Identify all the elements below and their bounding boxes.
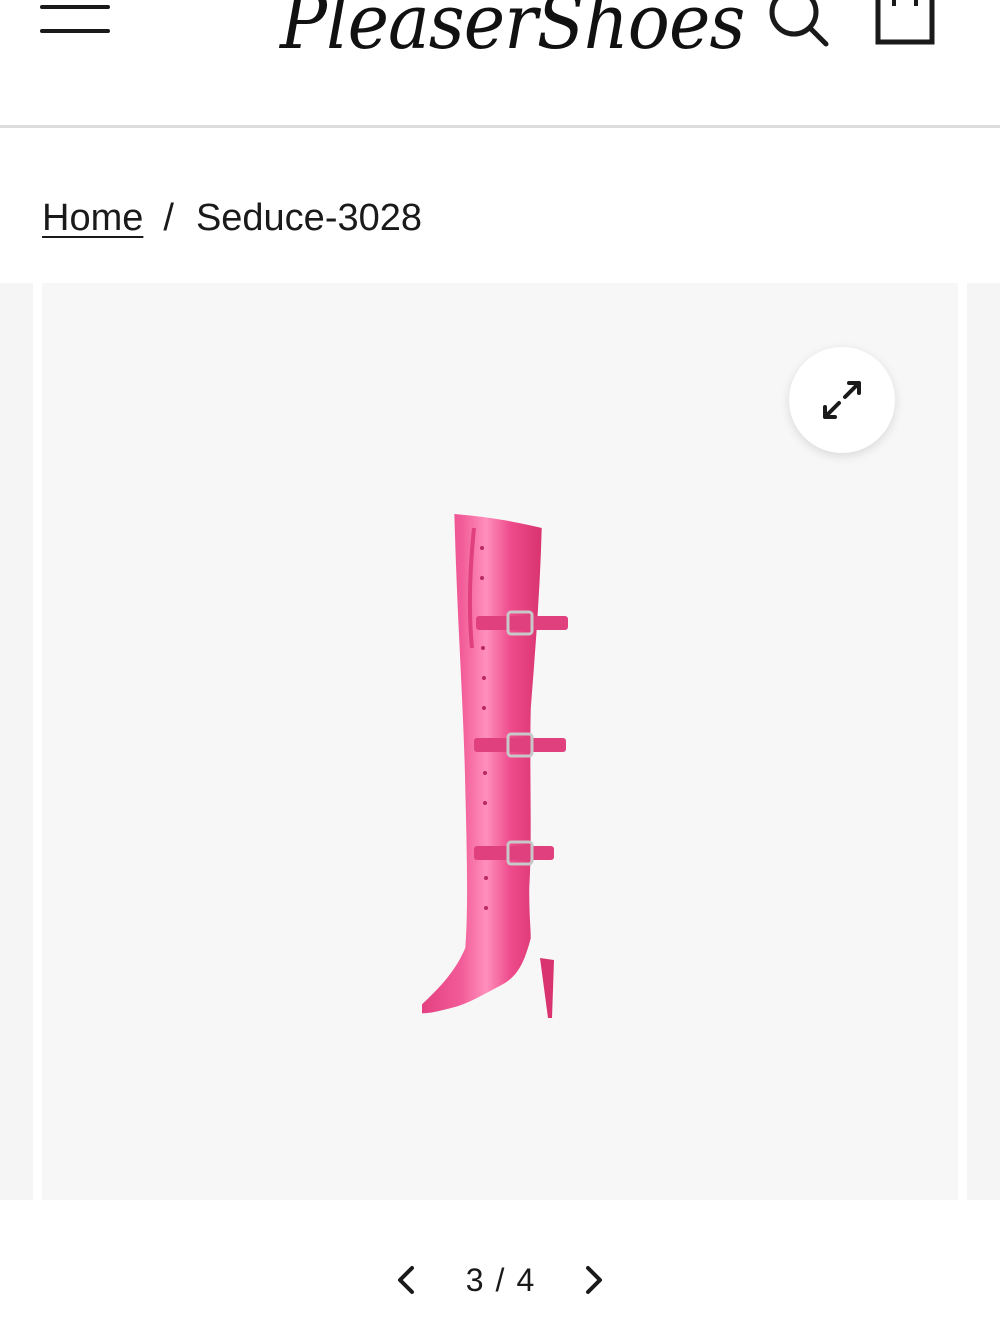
breadcrumb-home-link[interactable]: Home	[42, 197, 143, 239]
product-gallery[interactable]	[0, 283, 1000, 1200]
brand-logo[interactable]: PleaserShoes	[280, 0, 745, 72]
site-header: PleaserShoes	[0, 0, 1000, 128]
slide-counter: 3 / 4	[440, 1258, 560, 1302]
product-image-slide[interactable]	[42, 283, 958, 1200]
chevron-left-icon[interactable]	[388, 1260, 424, 1300]
shopping-bag-icon[interactable]	[872, 0, 938, 48]
breadcrumb-current: Seduce-3028	[195, 197, 423, 239]
search-icon[interactable]	[766, 0, 832, 50]
breadcrumb-separator: /	[163, 197, 174, 239]
total-slides-number: 4	[516, 1262, 535, 1298]
hamburger-menu-icon[interactable]	[40, 0, 112, 40]
current-slide-number: 3	[465, 1262, 484, 1298]
breadcrumb: Home / Seduce-3028	[42, 190, 422, 250]
gallery-pagination: 3 / 4	[0, 1250, 1000, 1310]
counter-separator: /	[495, 1262, 505, 1298]
product-boot-image	[418, 508, 592, 1068]
previous-slide-peek[interactable]	[0, 283, 33, 1200]
product-page: PleaserShoes Home / Seduce-3028 3 / 4	[0, 0, 1000, 1333]
next-slide-peek[interactable]	[967, 283, 1000, 1200]
expand-arrows-icon[interactable]	[789, 347, 895, 453]
chevron-right-icon[interactable]	[576, 1260, 612, 1300]
